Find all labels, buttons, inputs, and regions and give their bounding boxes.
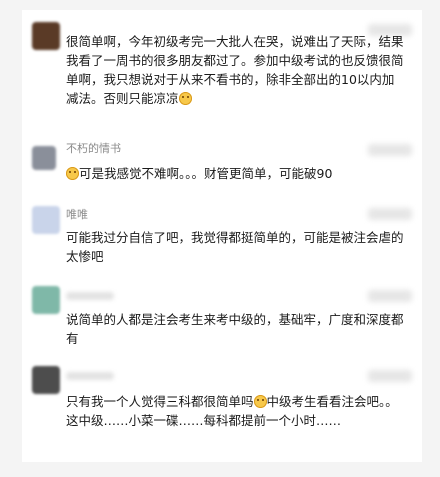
blurred-name: [66, 372, 114, 380]
comment-item: 很简单啊，今年初级考完一大批人在哭，说难出了天际，结果我看了一周书的很多朋友都过…: [22, 22, 422, 134]
comment-text: 说简单的人都是注会考生来考中级的，基础牢，广度和深度都有: [66, 312, 404, 346]
avatar[interactable]: [32, 366, 60, 394]
comment-text: 很简单啊，今年初级考完一大批人在哭，说难出了天际，结果我看了一周书的很多朋友都过…: [66, 32, 406, 108]
blurred-meta: [368, 208, 412, 220]
comment-text: 可是我感觉不难啊。。。财管更简单，可能破90: [66, 164, 406, 183]
comment-item: 不朽的情书 可是我感觉不难啊。。。财管更简单，可能破90: [22, 140, 422, 200]
blurred-meta: [368, 144, 412, 156]
comment-body: 可是我感觉不难啊。。。财管更简单，可能破90: [79, 166, 333, 181]
commenter-name[interactable]: 不朽的情书: [66, 142, 121, 156]
smile-face-emoji-icon: [66, 167, 79, 180]
blurred-name: [66, 292, 114, 300]
blurred-meta: [368, 370, 412, 382]
commenter-name[interactable]: 唯唯: [66, 208, 88, 222]
blurred-meta: [368, 290, 412, 302]
comment-item: 说简单的人都是注会考生来考中级的，基础牢，广度和深度都有: [22, 286, 422, 358]
comment-item: 唯唯 可能我过分自信了吧，我觉得都挺简单的，可能是被注会虐的太惨吧: [22, 206, 422, 278]
comment-body: 很简单啊，今年初级考完一大批人在哭，说难出了天际，结果我看了一周书的很多朋友都过…: [66, 34, 404, 106]
comment-text: 可能我过分自信了吧，我觉得都挺简单的，可能是被注会虐的太惨吧: [66, 230, 404, 264]
comment-item: 只有我一个人觉得三科都很简单吗 中级考生看看注会吧。。这中级……小菜一碟……每科都…: [22, 366, 422, 456]
comment-text: 只有我一个人觉得三科都很简单吗 中级考生看看注会吧。。这中级……小菜一碟……每科都…: [66, 392, 406, 430]
avatar[interactable]: [32, 206, 60, 234]
avatar[interactable]: [32, 146, 56, 170]
avatar[interactable]: [32, 22, 60, 50]
avatar[interactable]: [32, 286, 60, 314]
comment-body-part: 只有我一个人觉得三科都很简单吗: [66, 394, 254, 409]
cold-sweat-face-emoji-icon: [178, 92, 192, 105]
grin-sweat-face-emoji-icon: [253, 395, 267, 408]
comment-card: 很简单啊，今年初级考完一大批人在哭，说难出了天际，结果我看了一周书的很多朋友都过…: [22, 10, 422, 462]
